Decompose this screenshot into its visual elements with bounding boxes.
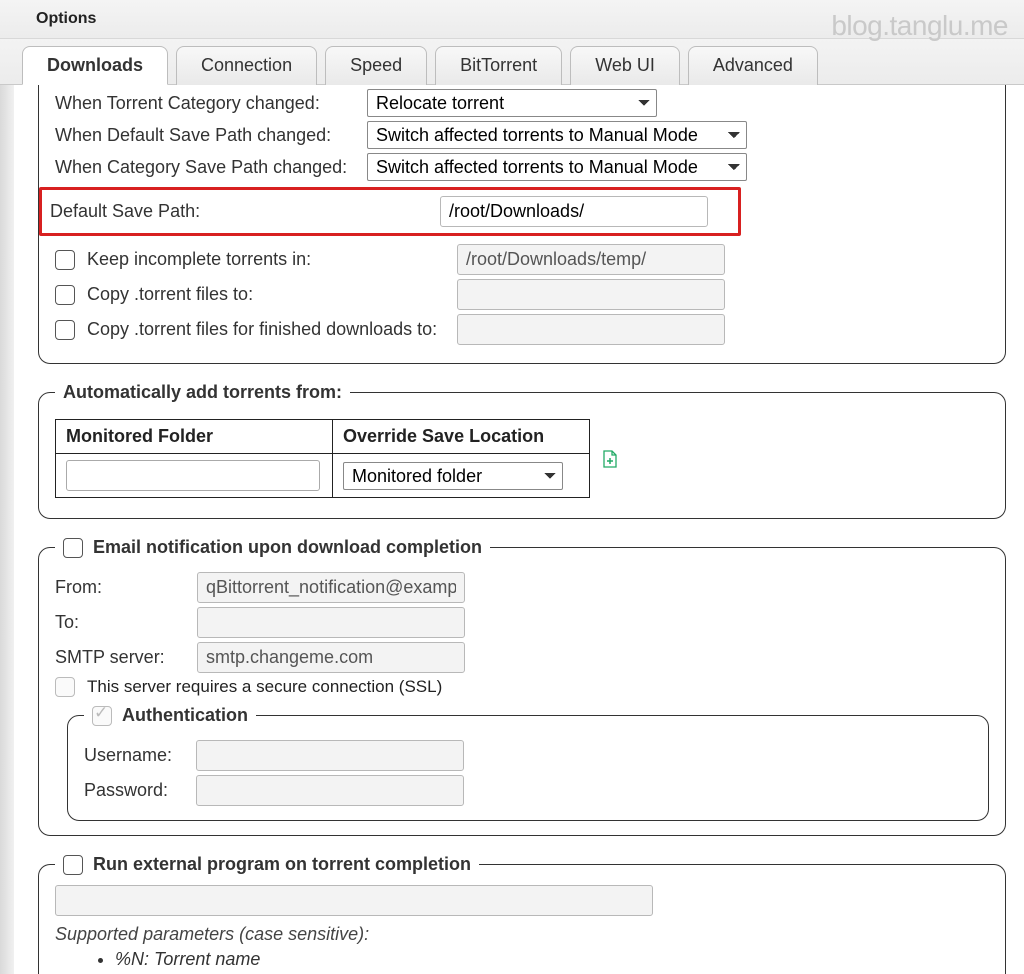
label-copy-finished: Copy .torrent files for finished downloa… [87,319,445,340]
auto-add-group: Automatically add torrents from: Monitor… [38,382,1006,519]
label-copy-torrent: Copy .torrent files to: [87,284,445,305]
input-monitored-folder[interactable] [66,460,320,491]
tab-speed[interactable]: Speed [325,46,427,85]
supported-params-note: Supported parameters (case sensitive): [55,924,989,945]
input-password [196,775,464,806]
auto-add-table: Monitored Folder Override Save Location … [55,419,590,498]
tab-connection[interactable]: Connection [176,46,317,85]
external-program-group: Run external program on torrent completi… [38,854,1006,974]
label-default-path-changed: When Default Save Path changed: [55,125,355,146]
col-override-location: Override Save Location [333,420,590,454]
label-email-to: To: [55,612,185,633]
tab-downloads[interactable]: Downloads [22,46,168,85]
checkbox-run-external[interactable] [63,855,83,875]
checkbox-keep-incomplete[interactable] [55,250,75,270]
select-cat-path-changed[interactable]: Switch affected torrents to Manual Mode [367,153,747,181]
checkbox-copy-finished[interactable] [55,320,75,340]
highlight-default-save-path: Default Save Path: [39,187,741,236]
label-default-save-path: Default Save Path: [50,201,428,222]
saving-management-group: When Torrent Category changed: Relocate … [38,85,1006,364]
tab-webui[interactable]: Web UI [570,46,680,85]
email-legend: Email notification upon download complet… [93,537,482,558]
checkbox-copy-torrent[interactable] [55,285,75,305]
select-override-location[interactable]: Monitored folder [343,462,563,490]
external-legend: Run external program on torrent completi… [93,854,471,875]
watermark-text: blog.tanglu.me [831,10,1008,42]
param-list: %N: Torrent name %L: Category [115,949,989,974]
input-email-from [197,572,465,603]
auto-add-legend: Automatically add torrents from: [55,382,350,403]
input-default-save-path[interactable] [440,196,708,227]
select-default-path-changed[interactable]: Switch affected torrents to Manual Mode [367,121,747,149]
window-title: Options [36,10,96,28]
input-keep-incomplete-path [457,244,725,275]
label-keep-incomplete: Keep incomplete torrents in: [87,249,445,270]
input-copy-finished-path [457,314,725,345]
label-username: Username: [84,745,184,766]
label-smtp-server: SMTP server: [55,647,185,668]
tab-advanced[interactable]: Advanced [688,46,818,85]
tab-bittorrent[interactable]: BitTorrent [435,46,562,85]
add-folder-icon[interactable] [602,450,618,468]
input-copy-torrent-path [457,279,725,310]
input-email-to [197,607,465,638]
checkbox-ssl [55,677,75,697]
table-row: Monitored folder [56,454,590,498]
label-torrent-cat-changed: When Torrent Category changed: [55,93,355,114]
param-n: %N: Torrent name [115,949,989,970]
tab-bar: Downloads Connection Speed BitTorrent We… [0,39,1024,85]
label-ssl: This server requires a secure connection… [87,677,442,697]
label-password: Password: [84,780,184,801]
input-external-program [55,885,653,916]
label-cat-path-changed: When Category Save Path changed: [55,157,355,178]
col-monitored-folder: Monitored Folder [56,420,333,454]
select-torrent-cat-changed[interactable]: Relocate torrent [367,89,657,117]
auth-legend: Authentication [122,705,248,726]
checkbox-email-notification[interactable] [63,538,83,558]
input-username [196,740,464,771]
label-email-from: From: [55,577,185,598]
authentication-group: Authentication Username: Password: [67,705,989,821]
email-group: Email notification upon download complet… [38,537,1006,836]
input-smtp-server [197,642,465,673]
checkbox-authentication [92,706,112,726]
